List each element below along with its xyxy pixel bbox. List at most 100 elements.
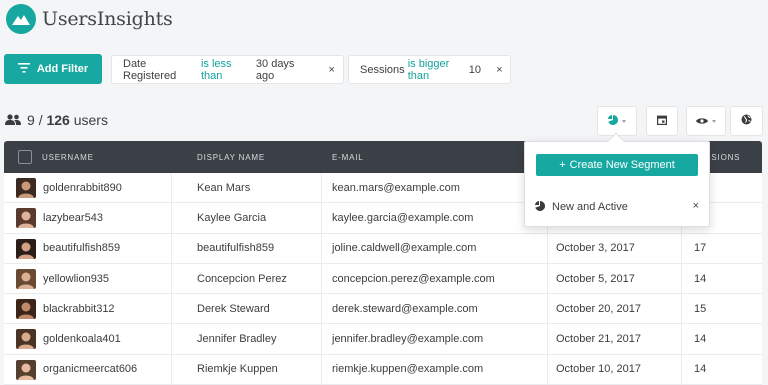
date-cell: October 5, 2017 (556, 272, 635, 285)
column-divider (321, 294, 322, 324)
delete-segment-button[interactable]: × (693, 200, 699, 212)
column-divider (681, 354, 682, 385)
column-divider (171, 354, 172, 385)
chevron-down-icon (622, 119, 626, 123)
column-divider (171, 233, 172, 263)
remove-filter-button[interactable]: × (320, 56, 343, 83)
column-divider (321, 263, 322, 294)
column-divider (681, 324, 682, 354)
date-cell: October 21, 2017 (556, 333, 642, 346)
count-separator: / (38, 112, 43, 128)
user-count: 9 / 126 users (5, 112, 108, 128)
calendar-icon (657, 112, 668, 130)
column-divider (321, 324, 322, 354)
column-divider (547, 263, 548, 294)
display-name-cell: Kean Mars (197, 181, 251, 194)
table-row[interactable]: blackrabbit312 Derek Steward derek.steward… (4, 294, 762, 325)
sessions-cell: 14 (694, 363, 707, 376)
column-divider (171, 173, 172, 203)
username-cell[interactable]: organicmeercat606 (43, 355, 137, 384)
segment-label: New and Active (552, 201, 628, 213)
segment-item[interactable]: New and Active × (535, 197, 701, 217)
sessions-cell: 14 (694, 333, 707, 346)
chip-operator: is bigger than (407, 57, 450, 82)
email-cell[interactable]: derek.steward@example.com (332, 294, 478, 323)
table-row[interactable]: beautifulfish859 beautifulfish859 joline.c… (4, 233, 762, 264)
chip-field: Sessions (360, 63, 405, 76)
app-name: UsersInsights (42, 8, 173, 30)
map-view-button[interactable] (730, 106, 763, 136)
display-name-cell: Jennifer Bradley (197, 333, 277, 346)
column-divider (321, 354, 322, 385)
filter-chip-date-registered[interactable]: Date Registered is less than 30 days ago… (111, 55, 344, 84)
email-cell[interactable]: kaylee.garcia@example.com (332, 203, 473, 232)
username-cell[interactable]: goldenkoala401 (43, 324, 121, 353)
table-row[interactable]: yellowlion935 Concepcion Perez concepcion.… (4, 263, 762, 295)
sessions-cell: 14 (694, 272, 707, 285)
filter-chip-sessions[interactable]: Sessions is bigger than 10 × (348, 55, 511, 84)
segment-pie-icon (535, 200, 546, 214)
display-name-cell: Derek Steward (197, 302, 270, 315)
email-cell[interactable]: kean.mars@example.com (332, 173, 460, 202)
column-header-username[interactable]: USERNAME (42, 141, 94, 173)
total-count: 126 (46, 112, 70, 128)
column-header-email[interactable]: E-MAIL (332, 141, 363, 173)
app-logo[interactable]: UsersInsights (6, 4, 173, 34)
avatar (16, 359, 36, 380)
email-cell[interactable]: concepcion.perez@example.com (332, 264, 495, 293)
email-cell[interactable]: joline.caldwell@example.com (332, 234, 476, 263)
email-cell[interactable]: jennifer.bradley@example.com (332, 324, 483, 353)
username-cell[interactable]: lazybear543 (43, 203, 103, 232)
username-cell[interactable]: beautifulfish859 (43, 234, 120, 263)
avatar (16, 299, 36, 320)
username-cell[interactable]: goldenrabbit890 (43, 173, 122, 202)
globe-icon (741, 112, 752, 130)
avatar (16, 268, 36, 289)
date-cell: October 10, 2017 (556, 363, 642, 376)
avatar (16, 208, 36, 229)
username-cell[interactable]: blackrabbit312 (43, 294, 115, 323)
chip-value: 30 days ago (255, 57, 295, 82)
chip-value: 10 (468, 63, 481, 76)
sessions-cell: 17 (694, 242, 707, 255)
email-cell[interactable]: riemkje.kuppen@example.com (332, 355, 483, 384)
column-divider (171, 263, 172, 294)
count-unit: users (73, 112, 108, 128)
column-divider (171, 324, 172, 354)
segments-button[interactable] (597, 106, 637, 136)
avatar (16, 329, 36, 350)
username-cell[interactable]: yellowlion935 (43, 264, 109, 293)
sessions-cell: 15 (694, 302, 707, 315)
calendar-button[interactable] (646, 106, 678, 136)
display-name-cell: Concepcion Perez (197, 272, 287, 285)
filter-icon (17, 62, 30, 76)
column-divider (321, 233, 322, 263)
column-divider (321, 203, 322, 233)
column-divider (171, 203, 172, 233)
table-row[interactable]: goldenkoala401 Jennifer Bradley jennifer.b… (4, 324, 762, 355)
shown-count: 9 (27, 112, 35, 128)
display-name-cell: Riemkje Kuppen (197, 363, 278, 376)
column-divider (681, 294, 682, 324)
column-divider (681, 263, 682, 294)
chip-field: Date Registered (123, 57, 177, 82)
date-cell: October 3, 2017 (556, 242, 635, 255)
column-divider (321, 173, 322, 203)
chip-operator: is less than (200, 57, 232, 82)
column-divider (681, 233, 682, 263)
column-divider (547, 324, 548, 354)
table-row[interactable]: organicmeercat606 Riemkje Kuppen riemkje.k… (4, 354, 762, 385)
column-divider (547, 233, 548, 263)
column-header-display-name[interactable]: DISPLAY NAME (197, 141, 265, 173)
select-all-checkbox[interactable] (18, 150, 32, 164)
columns-visibility-button[interactable] (686, 106, 726, 136)
column-divider (547, 294, 548, 324)
add-filter-button[interactable]: Add Filter (4, 54, 102, 84)
create-segment-button[interactable]: + Create New Segment (536, 154, 698, 176)
create-segment-label: Create New Segment (569, 159, 675, 171)
segments-dropdown: + Create New Segment New and Active × (524, 132, 710, 227)
avatar (16, 238, 36, 259)
column-divider (171, 294, 172, 324)
display-name-cell: Kaylee Garcia (197, 211, 267, 224)
remove-filter-button[interactable]: × (489, 56, 510, 83)
